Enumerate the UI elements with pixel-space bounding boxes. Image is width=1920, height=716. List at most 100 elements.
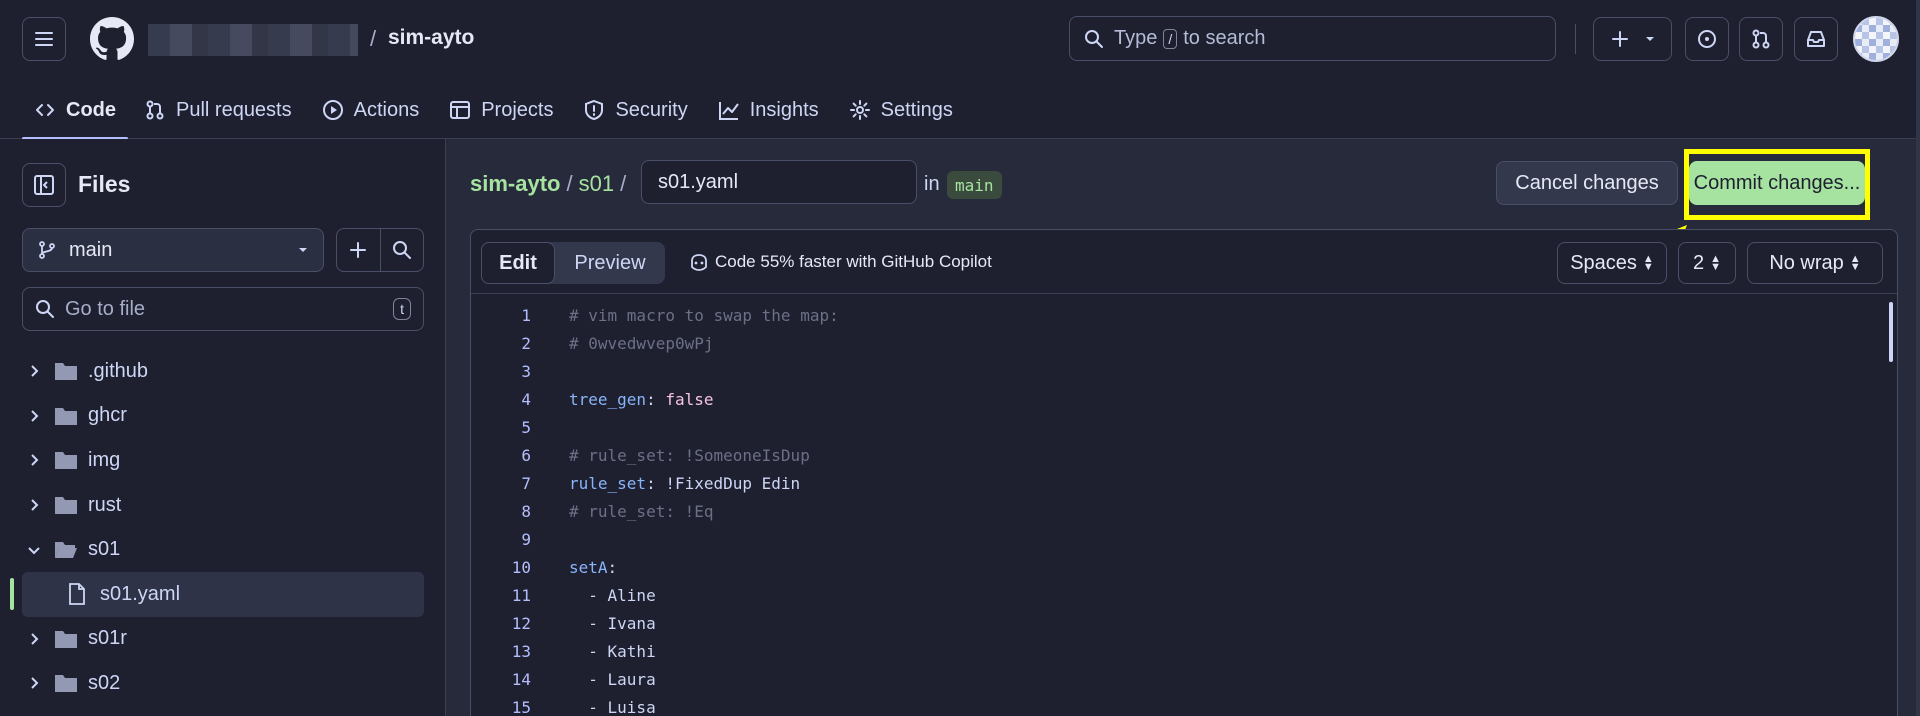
branch-selector[interactable]: main: [22, 228, 324, 272]
issues-button[interactable]: [1685, 17, 1729, 61]
line-content: setA:: [569, 558, 617, 577]
caret-down-icon: [1645, 37, 1654, 41]
breadcrumb-repo-link[interactable]: sim-ayto: [470, 171, 560, 197]
tab-preview[interactable]: Preview: [555, 242, 665, 284]
pull-request-icon: [1752, 29, 1770, 49]
chevron-right-icon: [31, 365, 39, 378]
code-line[interactable]: 3: [471, 357, 1897, 385]
tree-item-ghcr[interactable]: ghcr: [0, 394, 446, 439]
tab-edit[interactable]: Edit: [481, 242, 555, 284]
code-lines[interactable]: 1 # vim macro to swap the map: 2 # 0wvedwve…: [471, 294, 1897, 716]
code-line[interactable]: 15 - Luisa: [471, 693, 1897, 716]
code-token: # 0wvedwvep0wPj: [569, 333, 714, 353]
code-line[interactable]: 11 - Aline: [471, 581, 1897, 609]
search-icon: [1085, 29, 1103, 48]
code-line[interactable]: 9: [471, 525, 1897, 553]
plus-icon: [1611, 31, 1628, 47]
tab-actions[interactable]: Actions: [310, 86, 432, 134]
code-line[interactable]: 10 setA:: [471, 553, 1897, 581]
tab-insights[interactable]: Insights: [706, 86, 831, 134]
line-content: tree_gen: false: [569, 390, 714, 409]
code-line[interactable]: 2 # 0wvedwvep0wPj: [471, 329, 1897, 357]
breadcrumb-separator: /: [620, 171, 627, 196]
code-line[interactable]: 13 - Kathi: [471, 637, 1897, 665]
issue-opened-icon: [1698, 30, 1716, 48]
top-bar: / sim-ayto Type / to search: [0, 0, 1920, 78]
tree-item-github[interactable]: .github: [0, 349, 446, 394]
line-number: 11: [511, 585, 531, 605]
chevron-right-icon: [31, 410, 39, 422]
line-number: 14: [511, 669, 531, 689]
repo-name-link[interactable]: sim-ayto: [388, 26, 474, 50]
folder-icon: [55, 675, 77, 693]
commit-changes-button[interactable]: Commit changes...: [1689, 161, 1865, 205]
code-line[interactable]: 7 rule_set: !FixedDup Edin: [471, 469, 1897, 497]
tree-item-s01-yaml[interactable]: s01.yaml: [10, 571, 424, 617]
tab-settings-label: Settings: [880, 98, 953, 121]
search-icon: [392, 241, 411, 259]
code-editor: Edit Preview Code 55% faster with GitHub…: [470, 229, 1898, 716]
search-input[interactable]: Type / to search: [1069, 16, 1556, 61]
go-to-file-input[interactable]: Go to file t: [22, 287, 424, 331]
code-line[interactable]: 14 - Laura: [471, 665, 1897, 693]
editor-scrollbar[interactable]: [1889, 302, 1893, 362]
line-number: 15: [511, 697, 531, 716]
tree-item-label: s02: [88, 671, 121, 694]
code-line[interactable]: 8 # rule_set: !Eq: [471, 497, 1897, 525]
collapse-sidebar-button[interactable]: [22, 163, 66, 207]
tab-pull-requests[interactable]: Pull requests: [132, 86, 304, 134]
breadcrumb-dir-link[interactable]: s01: [579, 171, 614, 197]
editor-toolbar: Edit Preview Code 55% faster with GitHub…: [471, 230, 1897, 294]
pull-requests-button[interactable]: [1739, 17, 1783, 61]
pull-request-icon: [146, 100, 164, 120]
cancel-changes-button[interactable]: Cancel changes: [1496, 161, 1678, 205]
line-number: 6: [521, 445, 531, 465]
folder-icon: [55, 407, 77, 425]
search-placeholder-post: to search: [1183, 27, 1266, 49]
tab-actions-label: Actions: [353, 98, 420, 121]
indent-mode-select[interactable]: Spaces ▲ ▼: [1557, 242, 1667, 284]
tree-item-s01r[interactable]: s01r: [0, 617, 446, 662]
header-separator: /: [370, 26, 377, 51]
tree-item-label: s01: [88, 538, 121, 561]
tree-item-img[interactable]: img: [0, 438, 446, 483]
create-new-button[interactable]: [1593, 17, 1672, 61]
tab-code-label: Code: [66, 98, 116, 121]
folder-open-icon: [55, 541, 77, 558]
avatar[interactable]: [1853, 16, 1899, 62]
chevron-right-icon: [31, 499, 39, 511]
copilot-promo-text: Code 55% faster with GitHub Copilot: [715, 252, 992, 271]
tree-item-s01[interactable]: s01: [0, 527, 446, 572]
tab-security[interactable]: Security: [571, 86, 699, 134]
tab-projects[interactable]: Projects: [437, 86, 565, 134]
tab-code[interactable]: Code: [22, 86, 128, 140]
branch-icon: [39, 241, 55, 259]
code-line[interactable]: 12 - Ivana: [471, 609, 1897, 637]
inbox-button[interactable]: [1794, 17, 1838, 61]
menu-button[interactable]: [22, 17, 66, 61]
breadcrumb-separator: /: [566, 171, 573, 196]
indent-mode-value: Spaces: [1570, 251, 1637, 274]
copilot-promo[interactable]: Code 55% faster with GitHub Copilot: [689, 252, 992, 272]
wrap-mode-select[interactable]: No wrap ▲ ▼: [1747, 242, 1883, 284]
code-token: tree_gen: [569, 389, 647, 409]
line-number: 2: [521, 333, 531, 353]
code-line[interactable]: 6 # rule_set: !SomeoneIsDup: [471, 441, 1897, 469]
search-shortcut-key: /: [1163, 28, 1178, 49]
header-divider: [1575, 24, 1576, 54]
owner-name-redacted[interactable]: [148, 24, 358, 56]
indent-size-select[interactable]: 2 ▲ ▼: [1678, 242, 1736, 284]
code-line[interactable]: 5: [471, 413, 1897, 441]
line-number: 3: [521, 361, 531, 381]
table-icon: [450, 101, 471, 119]
tab-settings[interactable]: Settings: [837, 86, 965, 134]
code-line[interactable]: 1 # vim macro to swap the map:: [471, 301, 1897, 329]
edit-preview-toggle: Edit Preview: [481, 242, 665, 284]
tree-item-s02[interactable]: s02: [0, 661, 446, 706]
github-logo-icon[interactable]: [90, 17, 134, 61]
search-files-button[interactable]: [381, 229, 424, 271]
add-file-button[interactable]: [337, 229, 381, 271]
tree-item-rust[interactable]: rust: [0, 483, 446, 528]
code-line[interactable]: 4 tree_gen: false: [471, 385, 1897, 413]
filename-input[interactable]: s01.yaml: [641, 160, 917, 204]
